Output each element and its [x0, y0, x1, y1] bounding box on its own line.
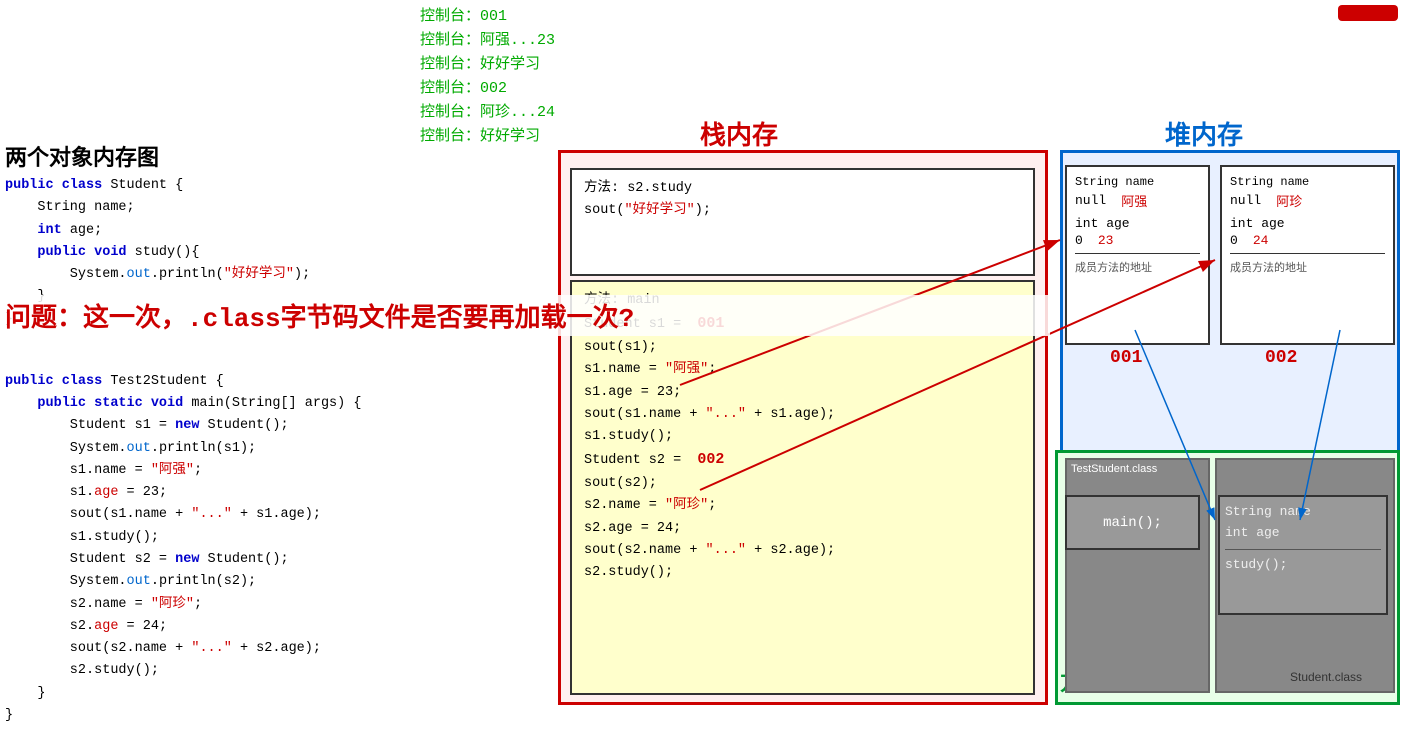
s2-study-line: sout("好好学习");: [584, 200, 1021, 222]
sc-study-method: study();: [1225, 555, 1381, 576]
sc-string-name: String name: [1225, 502, 1381, 523]
obj-label-001: 001: [1110, 348, 1142, 368]
obj1-string-name-label: String name: [1075, 175, 1200, 189]
object-001: String name null 阿强 int age 0 23 成员方法的地址: [1065, 165, 1210, 345]
test-student-class-box: TestStudent.class: [1065, 458, 1210, 693]
console-output: 控制台：001 控制台：阿强...23 控制台：好好学习 控制台：002 控制台…: [415, 0, 560, 154]
obj2-null: null: [1230, 193, 1261, 208]
console-line-4: 控制台：002: [420, 77, 555, 101]
left-section-title: 两个对象内存图: [5, 140, 159, 172]
obj2-age-val: 24: [1253, 233, 1269, 248]
obj-label-002: 002: [1265, 348, 1297, 368]
sc-int-age: int age: [1225, 523, 1381, 544]
obj2-string-name-label: String name: [1230, 175, 1385, 189]
code-area: public class Student { String name; int …: [0, 170, 555, 732]
console-line-2: 控制台：阿强...23: [420, 29, 555, 53]
obj2-int-age-label: int age: [1230, 216, 1385, 231]
test-student-class-label: TestStudent.class: [1067, 460, 1208, 478]
stack-s2-line: Student s2 = 002: [584, 448, 1021, 473]
obj1-age-val: 23: [1098, 233, 1114, 248]
console-line-3: 控制台：好好学习: [420, 53, 555, 77]
obj1-age-row: 0 23: [1075, 233, 1200, 248]
stack-s1-age: s1.age = 23;: [584, 382, 1021, 404]
object-002: String name null 阿珍 int age 0 24 成员方法的地址: [1220, 165, 1395, 345]
console-line-1: 控制台：001: [420, 5, 555, 29]
run-button[interactable]: [1338, 5, 1398, 21]
student-class-label-inner: [1217, 460, 1393, 466]
obj2-age-zero: 0: [1230, 233, 1238, 248]
stack-memory-title: 栈内存: [700, 115, 778, 152]
student-class-content: String name int age study();: [1218, 495, 1388, 615]
obj1-name-val: 阿强: [1121, 191, 1147, 210]
stack-s1-name: s1.name = "阿强";: [584, 359, 1021, 381]
stack-sout-s2-name: sout(s2.name + "..." + s2.age);: [584, 540, 1021, 562]
obj1-int-age-label: int age: [1075, 216, 1200, 231]
stack-main-frame: 方法: main Student s1 = 001 sout(s1); s1.n…: [570, 280, 1035, 695]
stack-s2-study-call: s2.study();: [584, 562, 1021, 584]
stack-s2-name: s2.name = "阿珍";: [584, 495, 1021, 517]
student-class-label: Student.class: [1290, 670, 1362, 684]
obj2-name-row: null 阿珍: [1230, 191, 1385, 210]
stack-sout-s1-name: sout(s1.name + "..." + s1.age);: [584, 404, 1021, 426]
stack-s2-study-frame: 方法: s2.study sout("好好学习");: [570, 168, 1035, 276]
obj2-member-method: 成员方法的地址: [1230, 259, 1385, 275]
s2-study-label: 方法: s2.study: [584, 178, 1021, 200]
stack-s2-age: s2.age = 24;: [584, 518, 1021, 540]
heap-memory-title: 堆内存: [1165, 115, 1243, 152]
obj1-age-zero: 0: [1075, 233, 1083, 248]
stack-sout-s1: sout(s1);: [584, 337, 1021, 359]
obj2-name-val: 阿珍: [1276, 191, 1302, 210]
console-line-5: 控制台：阿珍...24: [420, 101, 555, 125]
obj2-age-row: 0 24: [1230, 233, 1385, 248]
stack-sout-s2: sout(s2);: [584, 473, 1021, 495]
obj1-member-method: 成员方法的地址: [1075, 259, 1200, 275]
main-method-label: main();: [1103, 515, 1162, 531]
obj1-null: null: [1075, 193, 1106, 208]
question-banner: 问题：这一次，.class字节码文件是否要再加载一次?: [0, 295, 1050, 336]
stack-s1-study: s1.study();: [584, 426, 1021, 448]
main-method-box: main();: [1065, 495, 1200, 550]
obj1-name-row: null 阿强: [1075, 191, 1200, 210]
console-line-6: 控制台：好好学习: [420, 125, 555, 149]
